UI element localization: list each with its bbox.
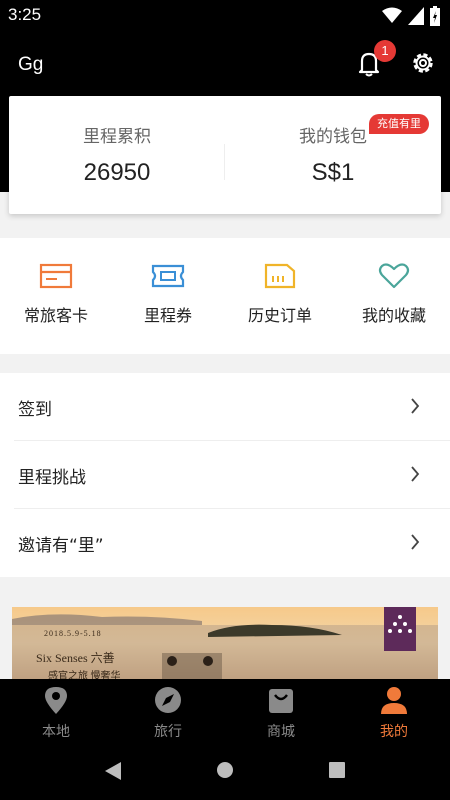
menu-list: 签到 里程挑战 邀请有“里” bbox=[0, 373, 450, 577]
bottom-tab-bar: 本地 旅行 商城 我的 bbox=[0, 679, 450, 743]
home-icon[interactable] bbox=[216, 761, 234, 779]
menu-item-mileage-challenge[interactable]: 里程挑战 bbox=[0, 441, 450, 509]
card-icon bbox=[39, 263, 73, 289]
quick-action-label: 历史订单 bbox=[247, 306, 312, 325]
battery-icon bbox=[430, 6, 440, 26]
menu-item-label: 里程挑战 bbox=[18, 468, 86, 488]
menu-item-invite[interactable]: 邀请有“里” bbox=[0, 509, 450, 577]
receipt-icon bbox=[264, 263, 296, 289]
quick-action-frequent-flyer-card[interactable]: 常旅客卡 bbox=[0, 262, 112, 326]
status-time: 3:25 bbox=[8, 5, 42, 24]
notification-badge: 1 bbox=[374, 40, 396, 62]
tab-label: 商城 bbox=[267, 724, 295, 740]
quick-action-mileage-voucher[interactable]: 里程券 bbox=[112, 262, 224, 326]
tab-mall[interactable]: 商城 bbox=[225, 685, 337, 741]
menu-item-label: 邀请有“里” bbox=[18, 536, 104, 556]
quick-action-order-history[interactable]: 历史订单 bbox=[224, 262, 336, 326]
tab-local[interactable]: 本地 bbox=[0, 685, 112, 741]
banner-subtitle: 感官之旅 慢奢华 bbox=[48, 671, 121, 679]
settings-gear-icon[interactable] bbox=[409, 49, 437, 77]
person-icon bbox=[381, 687, 407, 714]
banner-date: 2018.5.9-5.18 bbox=[44, 629, 102, 638]
status-bar: 3:25 bbox=[0, 0, 450, 32]
username[interactable]: Gg bbox=[18, 54, 43, 76]
wifi-icon bbox=[382, 7, 402, 24]
recents-icon[interactable] bbox=[328, 761, 346, 779]
menu-item-label: 签到 bbox=[18, 400, 52, 420]
six-senses-logo bbox=[384, 607, 416, 651]
system-navigation-bar bbox=[0, 743, 450, 800]
heart-icon bbox=[378, 263, 410, 289]
quick-action-label: 里程券 bbox=[143, 306, 192, 325]
chevron-right-icon bbox=[411, 534, 420, 550]
mileage-value: 26950 bbox=[83, 159, 151, 186]
chevron-right-icon bbox=[411, 466, 420, 482]
quick-actions: 常旅客卡 里程券 历史订单 我的收藏 bbox=[0, 238, 450, 354]
tab-label: 我的 bbox=[380, 724, 408, 740]
quick-action-label: 常旅客卡 bbox=[23, 306, 88, 325]
promo-banner[interactable]: 2018.5.9-5.18 Six Senses 六善 感官之旅 慢奢华 bbox=[12, 607, 438, 679]
ticket-icon bbox=[151, 264, 185, 288]
mileage-label: 里程累积 bbox=[83, 127, 151, 147]
location-pin-icon bbox=[45, 687, 67, 714]
shopping-bag-icon bbox=[269, 689, 293, 713]
tab-label: 本地 bbox=[42, 724, 70, 740]
menu-item-check-in[interactable]: 签到 bbox=[0, 373, 450, 441]
chevron-right-icon bbox=[411, 398, 420, 414]
banner-title: Six Senses 六善 bbox=[36, 651, 115, 665]
back-icon[interactable] bbox=[103, 761, 123, 781]
quick-action-label: 我的收藏 bbox=[361, 306, 426, 325]
quick-action-favorites[interactable]: 我的收藏 bbox=[338, 262, 450, 326]
account-summary-card: 里程累积 26950 我的钱包 S$1 充值有里 bbox=[9, 96, 441, 214]
tab-travel[interactable]: 旅行 bbox=[112, 685, 224, 741]
mileage-section[interactable]: 里程累积 26950 bbox=[9, 122, 225, 187]
wallet-value: S$1 bbox=[311, 159, 355, 186]
compass-icon bbox=[155, 687, 181, 713]
tab-label: 旅行 bbox=[154, 724, 182, 740]
signal-icon bbox=[408, 7, 424, 25]
topup-badge[interactable]: 充值有里 bbox=[369, 114, 429, 134]
status-icons bbox=[382, 6, 440, 26]
tab-mine[interactable]: 我的 bbox=[338, 685, 450, 741]
